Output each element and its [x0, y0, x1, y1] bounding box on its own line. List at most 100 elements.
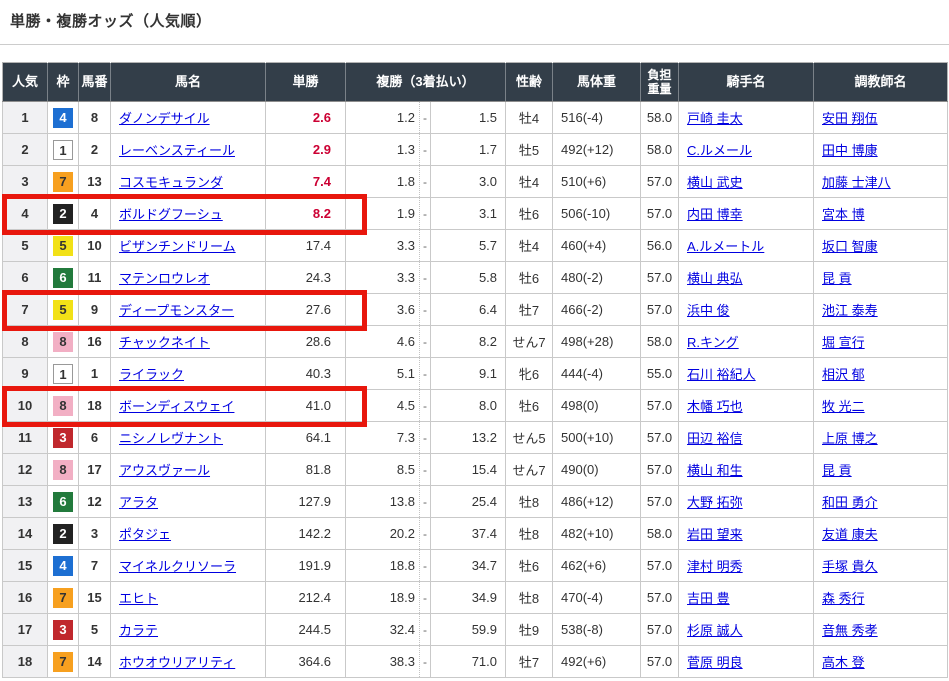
- trainer-link[interactable]: 昆 貢: [822, 271, 852, 286]
- jockey-link[interactable]: 横山 武史: [687, 175, 743, 190]
- impost-cell: 57.0: [641, 294, 679, 326]
- horse-name-link[interactable]: ポタジェ: [119, 527, 171, 542]
- place-odds-separator: -: [420, 614, 431, 646]
- jockey-link[interactable]: 田辺 裕信: [687, 431, 743, 446]
- horse-name-link[interactable]: ニシノレヴナント: [119, 431, 223, 446]
- horse-number-cell: 2: [79, 134, 111, 166]
- horse-number-cell: 9: [79, 294, 111, 326]
- jockey-link[interactable]: 内田 博幸: [687, 207, 743, 222]
- trainer-link[interactable]: 音無 秀孝: [822, 623, 878, 638]
- horse-name-link[interactable]: ライラック: [119, 367, 184, 382]
- trainer-link[interactable]: 加藤 士津八: [822, 175, 891, 190]
- trainer-link[interactable]: 昆 貢: [822, 463, 852, 478]
- horse-weight-cell: 462(+6): [553, 550, 641, 582]
- jockey-cell: 杉原 誠人: [679, 614, 814, 646]
- trainer-link[interactable]: 森 秀行: [822, 591, 865, 606]
- trainer-cell: 音無 秀孝: [814, 614, 948, 646]
- trainer-link[interactable]: 和田 勇介: [822, 495, 878, 510]
- trainer-link[interactable]: 坂口 智康: [822, 239, 878, 254]
- place-odds-min-cell: 3.3: [346, 262, 420, 294]
- horse-number-cell: 6: [79, 422, 111, 454]
- trainer-link[interactable]: 田中 博康: [822, 143, 878, 158]
- jockey-link[interactable]: 津村 明秀: [687, 559, 743, 574]
- trainer-cell: 友道 康夫: [814, 518, 948, 550]
- table-header: 人気 枠 馬番 馬名 単勝 複勝（3着払い） 性齢 馬体重 負担 重量 騎手名 …: [3, 63, 948, 102]
- jockey-link[interactable]: 菅原 明良: [687, 655, 743, 670]
- horse-name-link[interactable]: アラタ: [119, 495, 158, 510]
- trainer-link[interactable]: 宮本 博: [822, 207, 865, 222]
- sex-age-cell: せん5: [506, 422, 553, 454]
- jockey-link[interactable]: 石川 裕紀人: [687, 367, 756, 382]
- horse-name-link[interactable]: ディープモンスター: [119, 303, 234, 318]
- win-odds-cell: 41.0: [266, 390, 346, 422]
- horse-name-link[interactable]: マイネルクリソーラ: [119, 559, 236, 574]
- win-odds-cell: 7.4: [266, 166, 346, 198]
- jockey-link[interactable]: 浜中 俊: [687, 303, 730, 318]
- jockey-link[interactable]: 岩田 望来: [687, 527, 743, 542]
- impost-cell: 55.0: [641, 358, 679, 390]
- jockey-link[interactable]: R.キング: [687, 335, 739, 350]
- horse-name-cell: ディープモンスター: [111, 294, 266, 326]
- trainer-link[interactable]: 堀 宣行: [822, 335, 865, 350]
- horse-name-link[interactable]: エヒト: [119, 591, 158, 606]
- place-odds-separator: -: [420, 102, 431, 134]
- trainer-cell: 手塚 貴久: [814, 550, 948, 582]
- frame-badge: 3: [53, 620, 73, 640]
- horse-weight-cell: 486(+12): [553, 486, 641, 518]
- table-row: 3713コスモキュランダ7.41.8-3.0牡4510(+6)57.0横山 武史…: [3, 166, 948, 198]
- horse-name-link[interactable]: ボーンディスウェイ: [119, 399, 234, 414]
- win-odds-cell: 24.3: [266, 262, 346, 294]
- jockey-link[interactable]: 杉原 誠人: [687, 623, 743, 638]
- horse-name-link[interactable]: アウスヴァール: [119, 463, 210, 478]
- trainer-link[interactable]: 相沢 郁: [822, 367, 865, 382]
- trainer-link[interactable]: 牧 光二: [822, 399, 865, 414]
- horse-weight-cell: 510(+6): [553, 166, 641, 198]
- jockey-link[interactable]: 戸崎 圭太: [687, 111, 743, 126]
- trainer-link[interactable]: 安田 翔伍: [822, 111, 878, 126]
- frame-badge: 4: [53, 108, 73, 128]
- horse-name-link[interactable]: ダノンデサイル: [119, 111, 210, 126]
- table-row: 212レーベンスティール2.91.3-1.7牡5492(+12)58.0C.ルメ…: [3, 134, 948, 166]
- horse-name-link[interactable]: ホウオウリアリティ: [119, 655, 235, 670]
- jockey-link[interactable]: 吉田 豊: [687, 591, 730, 606]
- place-odds-separator: -: [420, 326, 431, 358]
- horse-name-cell: カラテ: [111, 614, 266, 646]
- horse-weight-cell: 480(-2): [553, 262, 641, 294]
- place-odds-min-cell: 4.6: [346, 326, 420, 358]
- horse-name-cell: レーベンスティール: [111, 134, 266, 166]
- trainer-link[interactable]: 池江 泰寿: [822, 303, 878, 318]
- horse-name-link[interactable]: ボルドグフーシュ: [119, 207, 223, 222]
- jockey-link[interactable]: 木幡 巧也: [687, 399, 743, 414]
- horse-name-link[interactable]: レーベンスティール: [119, 143, 235, 158]
- header-rank: 人気: [3, 63, 48, 102]
- trainer-link[interactable]: 手塚 貴久: [822, 559, 878, 574]
- place-odds-min-cell: 13.8: [346, 486, 420, 518]
- table-row: 1547マイネルクリソーラ191.918.8-34.7牡6462(+6)57.0…: [3, 550, 948, 582]
- horse-name-link[interactable]: ビザンチンドリーム: [119, 239, 236, 254]
- sex-age-cell: 牡8: [506, 518, 553, 550]
- place-odds-max-cell: 8.0: [431, 390, 506, 422]
- table-body: 148ダノンデサイル2.61.2-1.5牡4516(-4)58.0戸崎 圭太安田…: [3, 102, 948, 678]
- jockey-link[interactable]: 横山 典弘: [687, 271, 743, 286]
- sex-age-cell: 牝6: [506, 358, 553, 390]
- place-odds-separator: -: [420, 454, 431, 486]
- horse-weight-cell: 492(+12): [553, 134, 641, 166]
- trainer-link[interactable]: 高木 登: [822, 655, 865, 670]
- win-odds-cell: 2.6: [266, 102, 346, 134]
- jockey-link[interactable]: 横山 和生: [687, 463, 743, 478]
- sex-age-cell: 牡6: [506, 262, 553, 294]
- place-odds-min-cell: 1.8: [346, 166, 420, 198]
- horse-name-link[interactable]: マテンロウレオ: [119, 271, 210, 286]
- jockey-link[interactable]: 大野 拓弥: [687, 495, 743, 510]
- trainer-link[interactable]: 上原 博之: [822, 431, 878, 446]
- trainer-link[interactable]: 友道 康夫: [822, 527, 878, 542]
- rank-cell: 17: [3, 614, 48, 646]
- horse-name-link[interactable]: カラテ: [119, 623, 158, 638]
- impost-cell: 57.0: [641, 646, 679, 678]
- horse-name-link[interactable]: チャックネイト: [119, 335, 210, 350]
- jockey-link[interactable]: C.ルメール: [687, 143, 752, 158]
- place-odds-separator: -: [420, 198, 431, 230]
- jockey-link[interactable]: A.ルメートル: [687, 239, 764, 254]
- rank-cell: 14: [3, 518, 48, 550]
- horse-name-link[interactable]: コスモキュランダ: [119, 175, 223, 190]
